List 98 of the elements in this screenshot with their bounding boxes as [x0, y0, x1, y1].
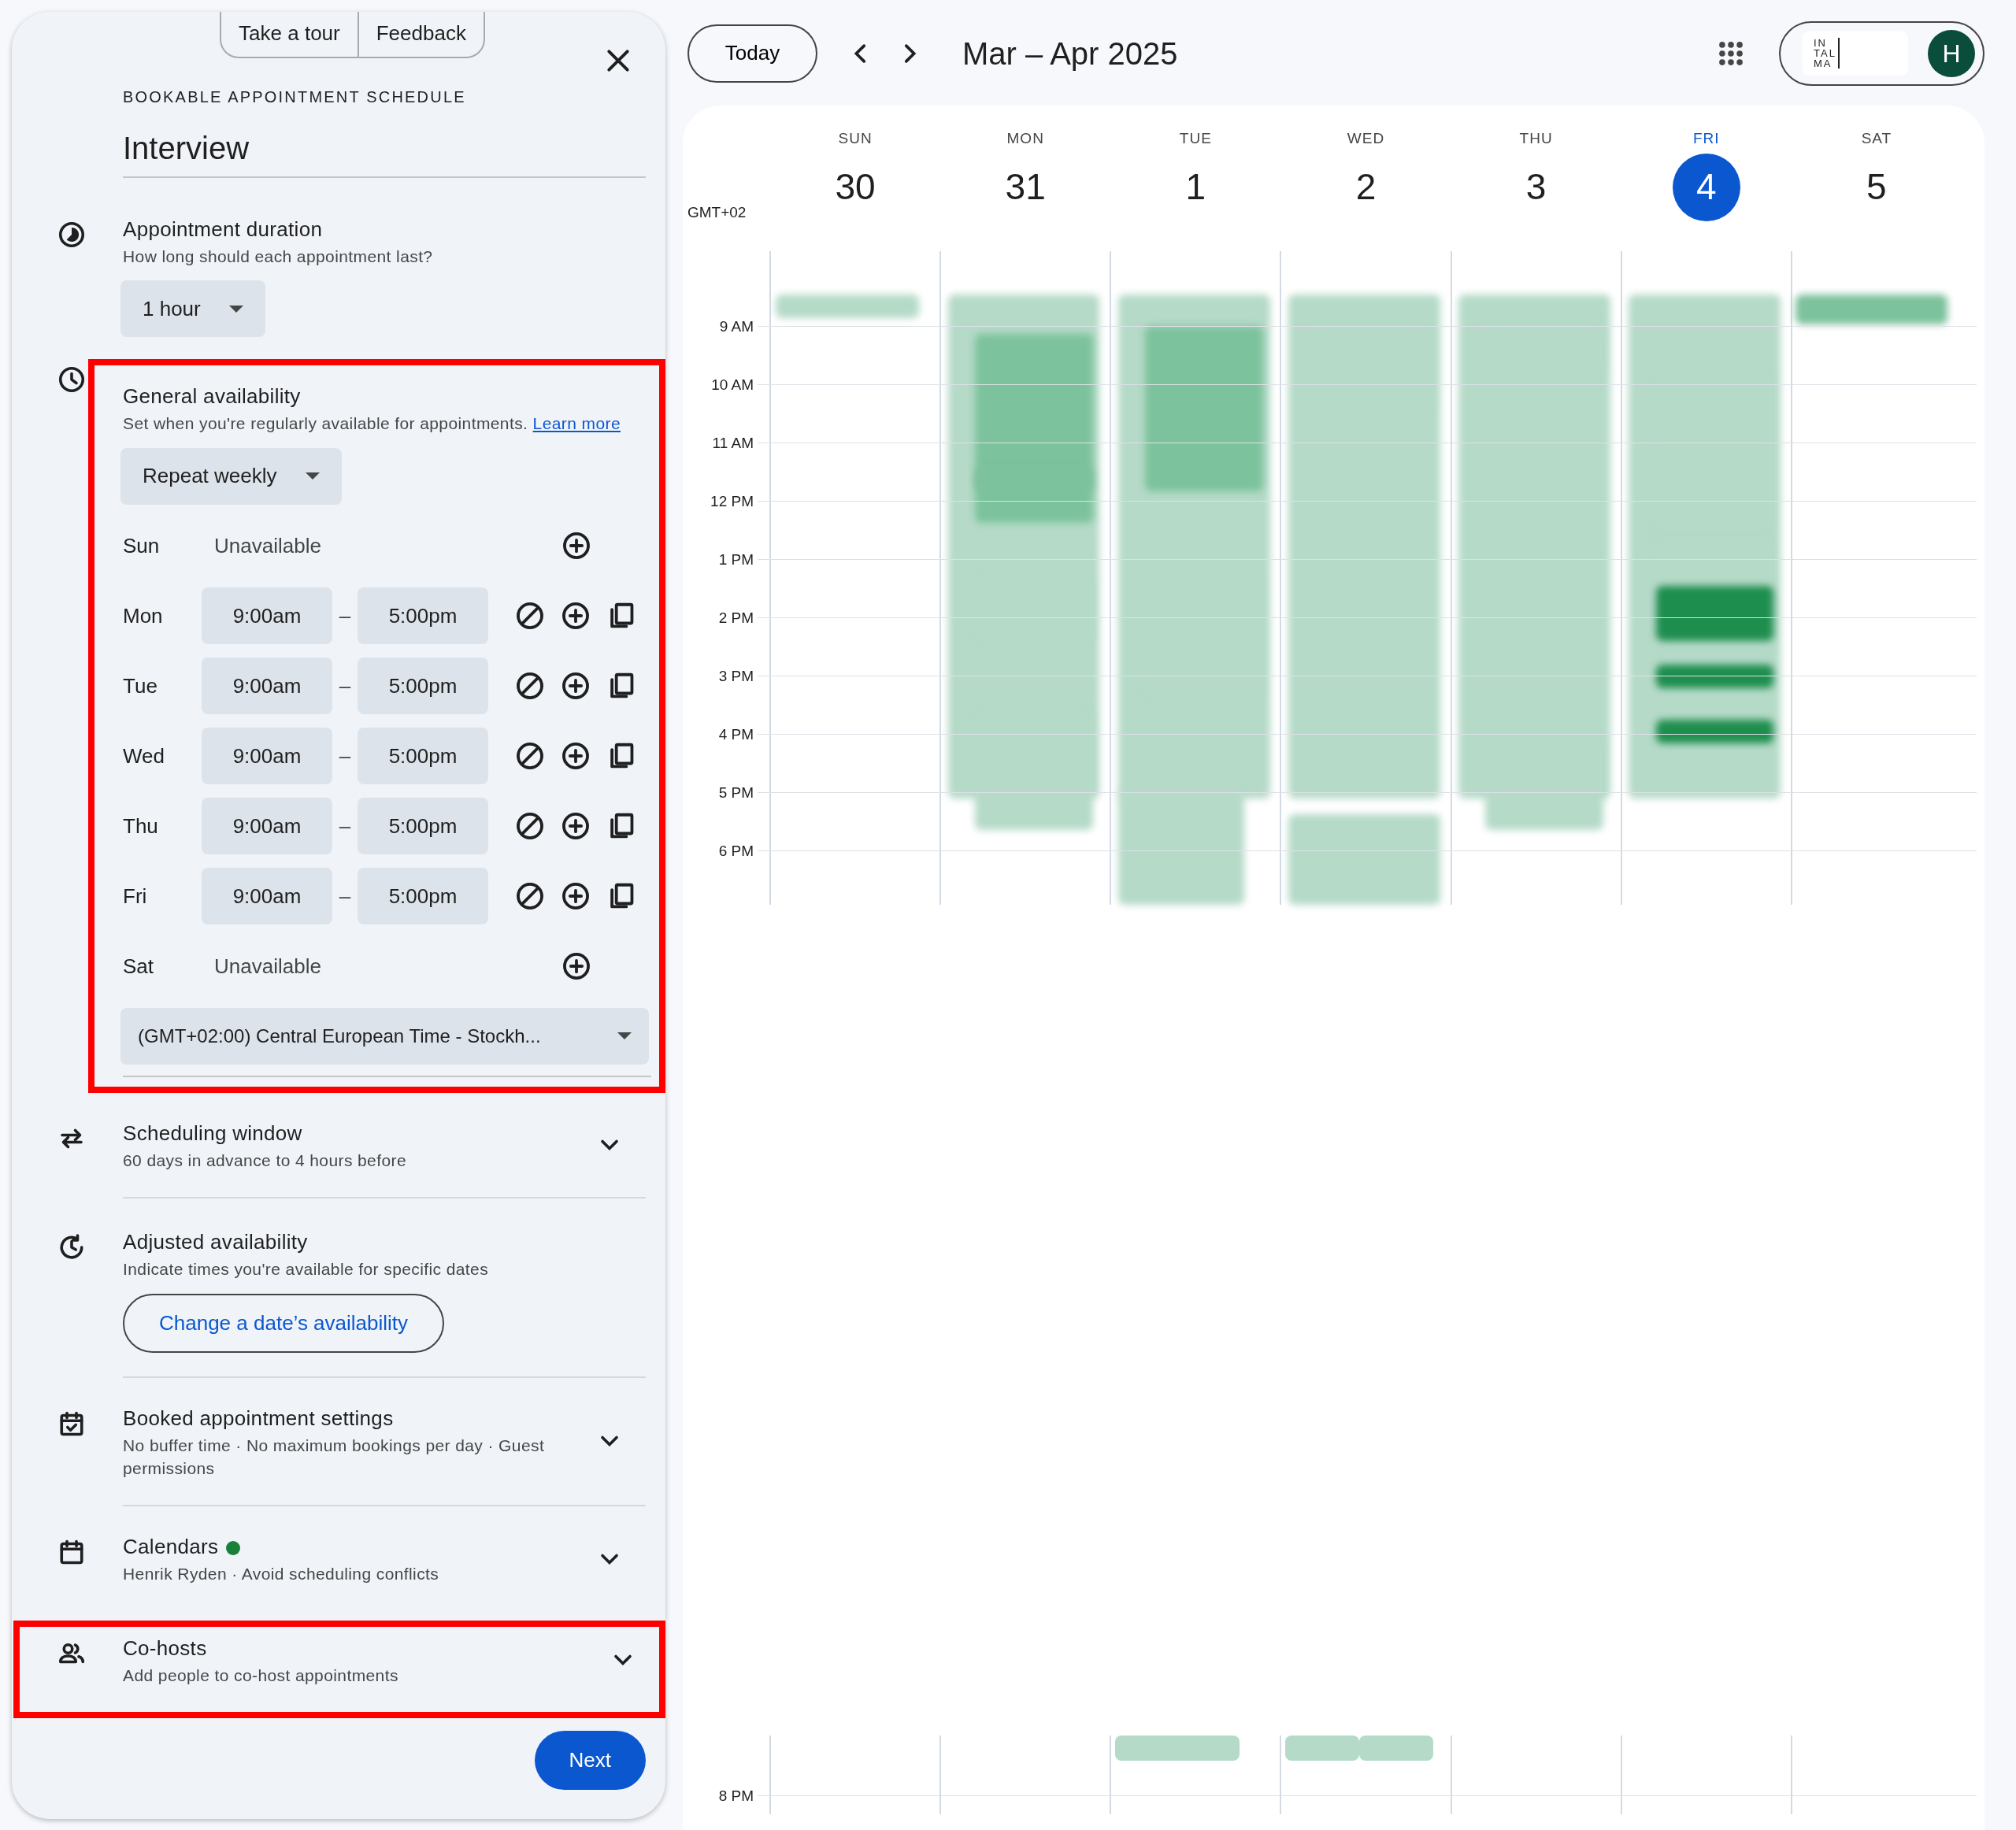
title-field[interactable]: Interview [123, 124, 646, 178]
hour-label: 2 PM [718, 609, 754, 628]
section-subtitle: Henrik Ryden · Avoid scheduling conflicts [123, 1564, 440, 1585]
end-time-field[interactable]: 5:00pm [358, 587, 488, 645]
weekday-label: TUE [1179, 129, 1212, 148]
section-subtitle: Add people to co-host appointments [123, 1665, 399, 1686]
section-title: Co-hosts [123, 1635, 208, 1661]
add-icon [561, 881, 591, 912]
day-label: Fri [123, 883, 148, 909]
avatar[interactable]: H [1928, 29, 1975, 77]
section-title: Scheduling window [123, 1120, 303, 1147]
dash-separator: – [338, 883, 352, 909]
change-availability-button[interactable]: Change a date’s availability [123, 1293, 445, 1353]
block-icon [515, 811, 545, 842]
add-icon [561, 601, 591, 632]
date-number[interactable]: 2 [1332, 153, 1400, 221]
caret-icon [305, 472, 320, 480]
weekday-label: FRI [1692, 129, 1720, 148]
end-time-field[interactable]: 5:00pm [358, 868, 488, 925]
timer-icon [57, 220, 86, 249]
hour-label: 5 PM [718, 783, 754, 802]
clock-icon [57, 365, 86, 395]
add-icon [561, 811, 591, 842]
end-time-field[interactable]: 5:00pm [358, 728, 488, 785]
hour-label: 6 PM [718, 842, 754, 861]
add-icon [561, 531, 591, 561]
caret-icon [617, 1032, 632, 1040]
today-button[interactable]: Today [687, 24, 817, 83]
section-subtitle: Set when you're regularly available for appointments. Learn more [123, 413, 621, 435]
dash-separator: – [338, 813, 352, 839]
hour-label: 3 PM [718, 667, 754, 686]
block-icon [515, 601, 545, 632]
block-icon [515, 741, 545, 772]
header-button[interactable]: Take a tour [220, 12, 359, 58]
section-subtitle: 60 days in advance to 4 hours before [123, 1150, 407, 1171]
date-number[interactable]: 31 [991, 153, 1060, 221]
add-icon [561, 951, 591, 982]
logo-text: TAL [1814, 48, 1836, 58]
logo-text: IN [1814, 38, 1828, 48]
duration-select[interactable]: 1 hour [120, 280, 265, 338]
date-number[interactable]: 1 [1162, 153, 1230, 221]
weekday-label: WED [1347, 129, 1385, 148]
section-title: Calendars [123, 1535, 219, 1559]
end-time-field[interactable]: 5:00pm [358, 798, 488, 855]
hour-label: 9 AM [719, 317, 754, 336]
date-range: Mar – Apr 2025 [962, 35, 1178, 72]
section-subtitle: No buffer time · No maximum bookings per day · Guest permissions [123, 1435, 546, 1479]
hour-label: 12 PM [710, 492, 754, 511]
section-title: General availability [123, 383, 302, 410]
date-number[interactable]: 3 [1502, 153, 1570, 221]
header-button[interactable]: Feedback [358, 12, 485, 58]
section-title: Booked appointment settings [123, 1405, 395, 1432]
day-label: Sun [123, 532, 161, 559]
unavailable-label: Unavailable [213, 953, 322, 980]
day-label: Mon [123, 602, 164, 629]
day-label: Thu [123, 813, 159, 839]
add-icon [561, 671, 591, 702]
section-title: Appointment duration [123, 217, 324, 243]
start-time-field[interactable]: 9:00am [202, 868, 332, 925]
learn-more-link[interactable]: Learn more [532, 414, 621, 433]
caret-icon [228, 305, 243, 313]
day-label: Wed [123, 743, 165, 769]
account-chip[interactable]: IN TAL MA H [1779, 20, 1984, 86]
end-time-field[interactable]: 5:00pm [358, 658, 488, 715]
repeat-select[interactable]: Repeat weekly [120, 447, 342, 505]
dash-separator: – [338, 672, 352, 699]
dash-separator: – [338, 602, 352, 629]
start-time-field[interactable]: 9:00am [202, 798, 332, 855]
start-time-field[interactable]: 9:00am [202, 728, 332, 785]
date-number[interactable]: 4 [1672, 153, 1740, 221]
start-time-field[interactable]: 9:00am [202, 587, 332, 645]
section-subtitle: Indicate times you're available for specific dates [123, 1259, 490, 1280]
block-icon [515, 671, 545, 702]
hour-label: 10 AM [711, 376, 754, 395]
day-label: Tue [123, 672, 158, 699]
timezone-select[interactable]: (GMT+02:00) Central European Time - Stockh... [120, 1007, 649, 1065]
weekday-label: THU [1519, 129, 1553, 148]
start-time-field[interactable]: 9:00am [202, 658, 332, 715]
weekday-label: SUN [838, 129, 873, 148]
hour-label: 1 PM [718, 550, 754, 569]
weekday-label: MON [1006, 129, 1044, 148]
block-icon [515, 881, 545, 912]
dash-separator: – [338, 743, 352, 769]
logo-text: MA [1814, 58, 1833, 69]
day-label: Sat [123, 953, 155, 980]
next-button[interactable]: Next [534, 1731, 646, 1791]
date-number[interactable]: 30 [821, 153, 890, 221]
timezone-label: GMT+02 [687, 202, 747, 222]
unavailable-label: Unavailable [213, 532, 322, 559]
section-title: Adjusted availability [123, 1229, 309, 1256]
add-icon [561, 741, 591, 772]
date-number[interactable]: 5 [1842, 153, 1910, 221]
weekday-label: SAT [1861, 129, 1892, 148]
section-subtitle: How long should each appointment last? [123, 246, 434, 267]
hour-label: 8 PM [718, 1787, 754, 1806]
panel-kicker: BOOKABLE APPOINTMENT SCHEDULE [123, 87, 467, 107]
hour-label: 11 AM [712, 434, 754, 453]
hour-label: 4 PM [718, 725, 754, 744]
